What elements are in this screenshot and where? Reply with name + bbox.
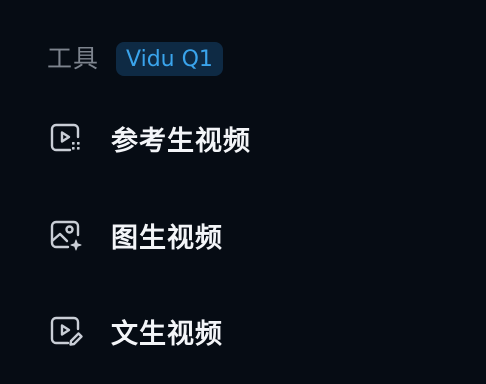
video-play-grid-icon: [47, 119, 85, 157]
menu-item-label: 文生视频: [111, 318, 223, 350]
section-title: 工具: [47, 44, 100, 73]
video-play-edit-icon: [47, 312, 85, 350]
image-sparkle-icon: [47, 216, 85, 254]
menu-item-label: 参考生视频: [111, 125, 251, 157]
menu-item-image-to-video[interactable]: 图生视频: [47, 215, 223, 255]
menu-item-text-to-video[interactable]: 文生视频: [47, 311, 223, 351]
section-header: 工具 Vidu Q1: [47, 41, 223, 77]
menu-item-reference-to-video[interactable]: 参考生视频: [47, 118, 251, 158]
model-badge: Vidu Q1: [116, 42, 223, 76]
menu-item-label: 图生视频: [111, 222, 223, 254]
tools-panel: 工具 Vidu Q1 参考生视频 图生视频 文生视频: [0, 0, 486, 384]
